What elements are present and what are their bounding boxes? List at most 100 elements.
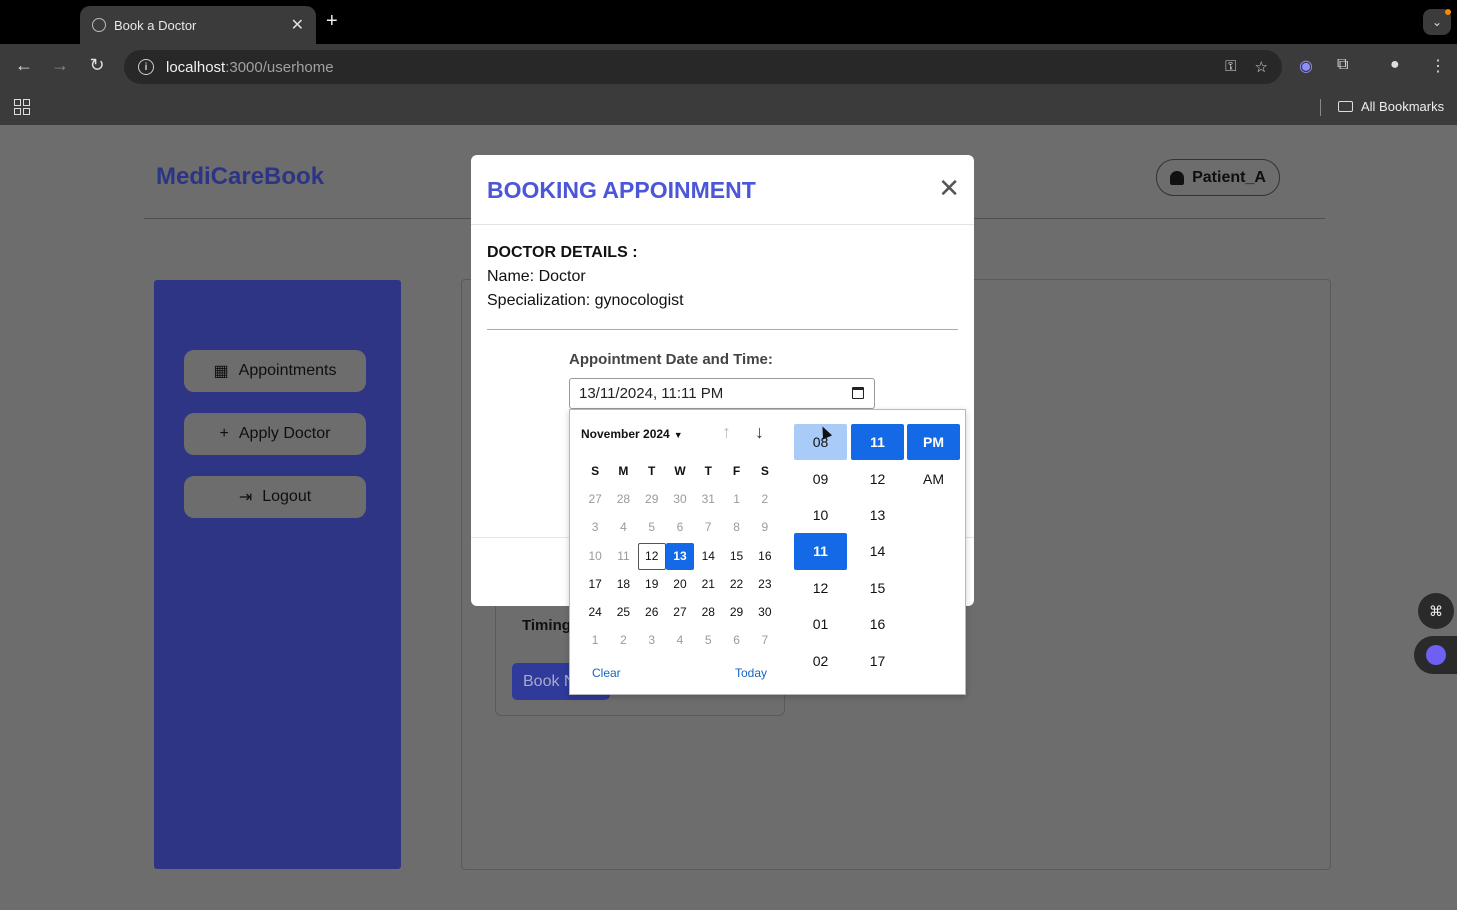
- calendar-day[interactable]: 30: [751, 599, 779, 626]
- calendar-day[interactable]: 4: [609, 514, 637, 541]
- calendar-day[interactable]: 5: [638, 514, 666, 541]
- calendar-day[interactable]: 14: [694, 543, 722, 570]
- calendar-day[interactable]: 3: [581, 514, 609, 541]
- calendar-day[interactable]: 23: [751, 571, 779, 598]
- browser-toolbar: ← → ↻ i localhost :3000/userhome ⚿ ☆ ◉ ⧉…: [0, 44, 1457, 89]
- calendar-day[interactable]: 1: [581, 627, 609, 654]
- minute-option[interactable]: 12: [851, 460, 904, 496]
- calendar-row: 3456789: [581, 514, 779, 542]
- calendar-day[interactable]: 6: [666, 514, 694, 541]
- calendar-day[interactable]: 13: [665, 542, 695, 570]
- calendar-day[interactable]: 12: [637, 542, 666, 570]
- assistant-widget-button[interactable]: [1414, 636, 1457, 674]
- calendar-day[interactable]: 31: [694, 486, 722, 513]
- calendar-picker-icon[interactable]: [852, 387, 864, 399]
- minute-option[interactable]: 14: [851, 533, 904, 569]
- minute-option[interactable]: 16: [851, 606, 904, 642]
- calendar-row: 27 28 29 30 31 1 2: [581, 485, 779, 513]
- shortcut-widget-button[interactable]: ⌘: [1418, 593, 1454, 629]
- calendar-day[interactable]: 17: [581, 571, 609, 598]
- calendar-day[interactable]: 21: [694, 571, 722, 598]
- calendar-day[interactable]: 9: [751, 514, 779, 541]
- close-icon[interactable]: ✕: [938, 175, 960, 201]
- calendar-day[interactable]: 10: [581, 543, 609, 570]
- hour-option[interactable]: 12: [794, 570, 847, 606]
- back-icon[interactable]: ←: [12, 55, 36, 76]
- calendar-day[interactable]: 28: [694, 599, 722, 626]
- previous-month-icon[interactable]: ↑: [722, 422, 731, 443]
- calendar-day[interactable]: 29: [638, 486, 666, 513]
- minute-option[interactable]: 17: [851, 642, 904, 678]
- address-bar[interactable]: i localhost :3000/userhome ⚿ ☆: [124, 50, 1282, 84]
- calendar-day[interactable]: 1: [722, 486, 750, 513]
- user-button[interactable]: Patient_A: [1156, 159, 1280, 196]
- calendar-day[interactable]: 18: [609, 571, 637, 598]
- calendar-day[interactable]: 7: [751, 627, 779, 654]
- profile-icon[interactable]: ●: [1390, 56, 1400, 74]
- calendar-day[interactable]: 8: [722, 514, 750, 541]
- meridiem-option[interactable]: PM: [907, 424, 960, 461]
- calendar-day[interactable]: 11: [609, 543, 637, 570]
- calendar-day[interactable]: 3: [638, 627, 666, 654]
- calendar-day[interactable]: 2: [609, 627, 637, 654]
- info-icon[interactable]: i: [138, 59, 154, 75]
- browser-tab[interactable]: Book a Doctor ✕: [80, 6, 316, 44]
- sidebar-item-logout[interactable]: ⇥ Logout: [184, 476, 366, 518]
- tab-title: Book a Doctor: [114, 17, 197, 33]
- url-path: :3000/userhome: [225, 58, 334, 76]
- sidebar-item-apply-doctor[interactable]: + Apply Doctor: [184, 413, 366, 455]
- minute-option[interactable]: 11: [851, 424, 904, 461]
- forward-icon[interactable]: →: [48, 55, 72, 76]
- new-tab-button[interactable]: +: [326, 10, 338, 33]
- key-icon[interactable]: ⚿: [1225, 58, 1236, 76]
- calendar-day[interactable]: 26: [638, 599, 666, 626]
- tab-close-icon[interactable]: ✕: [291, 15, 304, 35]
- hour-option[interactable]: 02: [794, 642, 847, 678]
- calendar-day[interactable]: 5: [694, 627, 722, 654]
- calendar-day[interactable]: 29: [722, 599, 750, 626]
- calendar-day[interactable]: 25: [609, 599, 637, 626]
- menu-icon[interactable]: ⋮: [1430, 56, 1446, 76]
- notification-dot: [1445, 9, 1451, 15]
- calendar-day[interactable]: 16: [751, 543, 779, 570]
- calendar-day[interactable]: 24: [581, 599, 609, 626]
- star-icon[interactable]: ☆: [1255, 58, 1268, 76]
- bookmarks-bar: All Bookmarks: [0, 89, 1457, 125]
- brand-logo[interactable]: MediCareBook: [156, 163, 324, 191]
- calendar-day[interactable]: 27: [581, 486, 609, 513]
- extension-bot-icon[interactable]: ◉: [1299, 56, 1313, 76]
- calendar-day[interactable]: 2: [751, 486, 779, 513]
- minute-option[interactable]: 13: [851, 497, 904, 533]
- all-bookmarks-button[interactable]: All Bookmarks: [1338, 99, 1444, 114]
- weekday-header: M: [618, 463, 629, 478]
- calendar-day[interactable]: 7: [694, 514, 722, 541]
- minute-option[interactable]: 15: [851, 570, 904, 606]
- hour-option[interactable]: 01: [794, 606, 847, 642]
- calendar-day[interactable]: 4: [666, 627, 694, 654]
- hour-option[interactable]: 10: [794, 497, 847, 533]
- calendar-icon: ▦: [213, 363, 229, 380]
- month-selector[interactable]: November 2024 ▼: [581, 427, 683, 441]
- calendar-day[interactable]: 20: [666, 571, 694, 598]
- calendar-day[interactable]: 27: [666, 599, 694, 626]
- modal-header-divider: [471, 224, 974, 225]
- hour-option[interactable]: 11: [794, 533, 847, 570]
- hour-option[interactable]: 09: [794, 460, 847, 496]
- sidebar-item-appointments[interactable]: ▦ Appointments: [184, 350, 366, 392]
- calendar-day[interactable]: 28: [609, 486, 637, 513]
- next-month-icon[interactable]: ↓: [755, 422, 764, 443]
- calendar-day[interactable]: 22: [722, 571, 750, 598]
- calendar-day[interactable]: 19: [638, 571, 666, 598]
- tab-search-button[interactable]: ⌄: [1423, 9, 1451, 35]
- weekday-header: T: [704, 463, 712, 478]
- meridiem-option[interactable]: AM: [907, 460, 960, 496]
- datetime-input[interactable]: 13/11/2024, 11:11 PM: [569, 378, 875, 409]
- today-button[interactable]: Today: [735, 666, 767, 680]
- clear-button[interactable]: Clear: [592, 666, 621, 680]
- extensions-icon[interactable]: ⧉: [1337, 56, 1348, 74]
- calendar-day[interactable]: 15: [722, 543, 750, 570]
- apps-grid-icon[interactable]: [14, 99, 30, 115]
- calendar-day[interactable]: 30: [666, 486, 694, 513]
- reload-icon[interactable]: ↻: [85, 55, 109, 76]
- calendar-day[interactable]: 6: [722, 627, 750, 654]
